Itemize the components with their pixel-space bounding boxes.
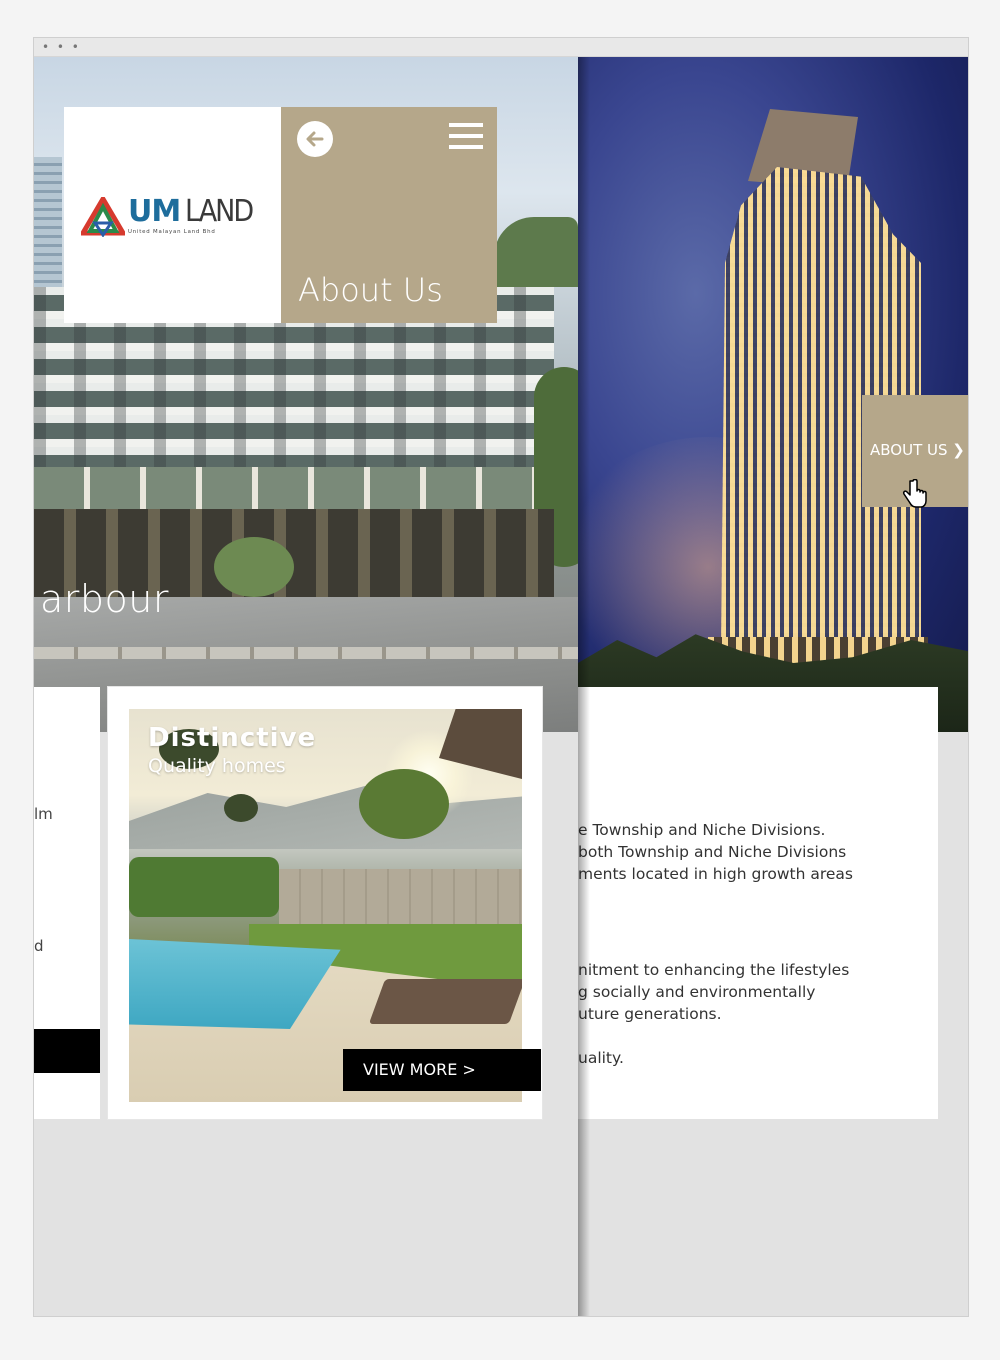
right-page-mockup: ABOUT US ❯ e Township and Niche Division… — [578, 57, 968, 1316]
triangle-logo-icon — [81, 197, 125, 237]
browser-window: • • • arbour UM LAND United Malayan Land… — [33, 37, 969, 1317]
hero-awning — [34, 467, 534, 509]
paragraph-line: g socially and environmentally — [578, 983, 816, 1001]
logo-text-um: UM — [128, 194, 181, 229]
feature-lounger — [368, 979, 522, 1024]
feature-hedge — [129, 857, 279, 917]
partial-card-text-1: lm — [34, 805, 53, 823]
hero-tree-cluster — [494, 217, 578, 287]
menu-bar-2 — [449, 134, 483, 138]
left-page-mockup: arbour UM LAND United Malayan Land Bhd A… — [34, 57, 578, 1316]
page-header-panel: About Us — [281, 107, 497, 323]
about-us-tab[interactable]: ABOUT US ❯ — [862, 395, 968, 508]
menu-bar-3 — [449, 145, 483, 149]
feature-stone-wall — [279, 869, 522, 929]
logo-text-land: LAND — [185, 194, 254, 229]
hero-caption: arbour — [40, 577, 169, 621]
arrow-left-icon — [306, 131, 324, 147]
feature-palm-2 — [224, 794, 258, 822]
partial-card-left: lm d — [34, 687, 100, 1119]
partial-card-button[interactable] — [34, 1029, 100, 1073]
about-text-card: e Township and Niche Divisions. both Tow… — [578, 687, 938, 1119]
paragraph-line: uture generations. — [578, 1005, 722, 1023]
feature-card: Distinctive Quality homes VIEW MORE > — [108, 687, 542, 1119]
feature-palm-3 — [359, 769, 449, 839]
partial-card-text-2: d — [34, 937, 44, 955]
paragraph-line: nitment to enhancing the lifestyles — [578, 961, 850, 979]
about-us-tab-label: ABOUT US ❯ — [870, 441, 965, 459]
hero-image-tower: ABOUT US ❯ — [578, 57, 968, 732]
view-more-button[interactable]: VIEW MORE > — [343, 1049, 541, 1091]
paragraph-line: ments located in high growth areas — [578, 865, 854, 883]
page-fold-shadow — [578, 57, 590, 1316]
back-button[interactable] — [297, 121, 333, 157]
logo-panel[interactable]: UM LAND United Malayan Land Bhd — [64, 107, 281, 323]
hand-pointer-icon — [903, 479, 927, 508]
hero-shrub — [214, 537, 294, 597]
hamburger-menu-icon[interactable] — [449, 123, 483, 153]
browser-title-bar: • • • — [34, 38, 968, 57]
paragraph-line: e Township and Niche Divisions. — [578, 821, 826, 839]
page-title: About Us — [298, 271, 443, 309]
hero-background-tower — [34, 157, 62, 307]
feature-heading: Distinctive — [148, 723, 317, 753]
paragraph-line: both Township and Niche Divisions — [578, 843, 847, 861]
hero-railing — [34, 647, 578, 659]
feature-image-pool: Distinctive Quality homes — [129, 709, 522, 1102]
logo-tagline: United Malayan Land Bhd — [128, 229, 216, 235]
menu-bar-1 — [449, 123, 483, 127]
hero-image-harbour: arbour UM LAND United Malayan Land Bhd A… — [34, 57, 578, 732]
feature-subheading: Quality homes — [148, 755, 286, 777]
window-controls[interactable]: • • • — [42, 40, 81, 54]
